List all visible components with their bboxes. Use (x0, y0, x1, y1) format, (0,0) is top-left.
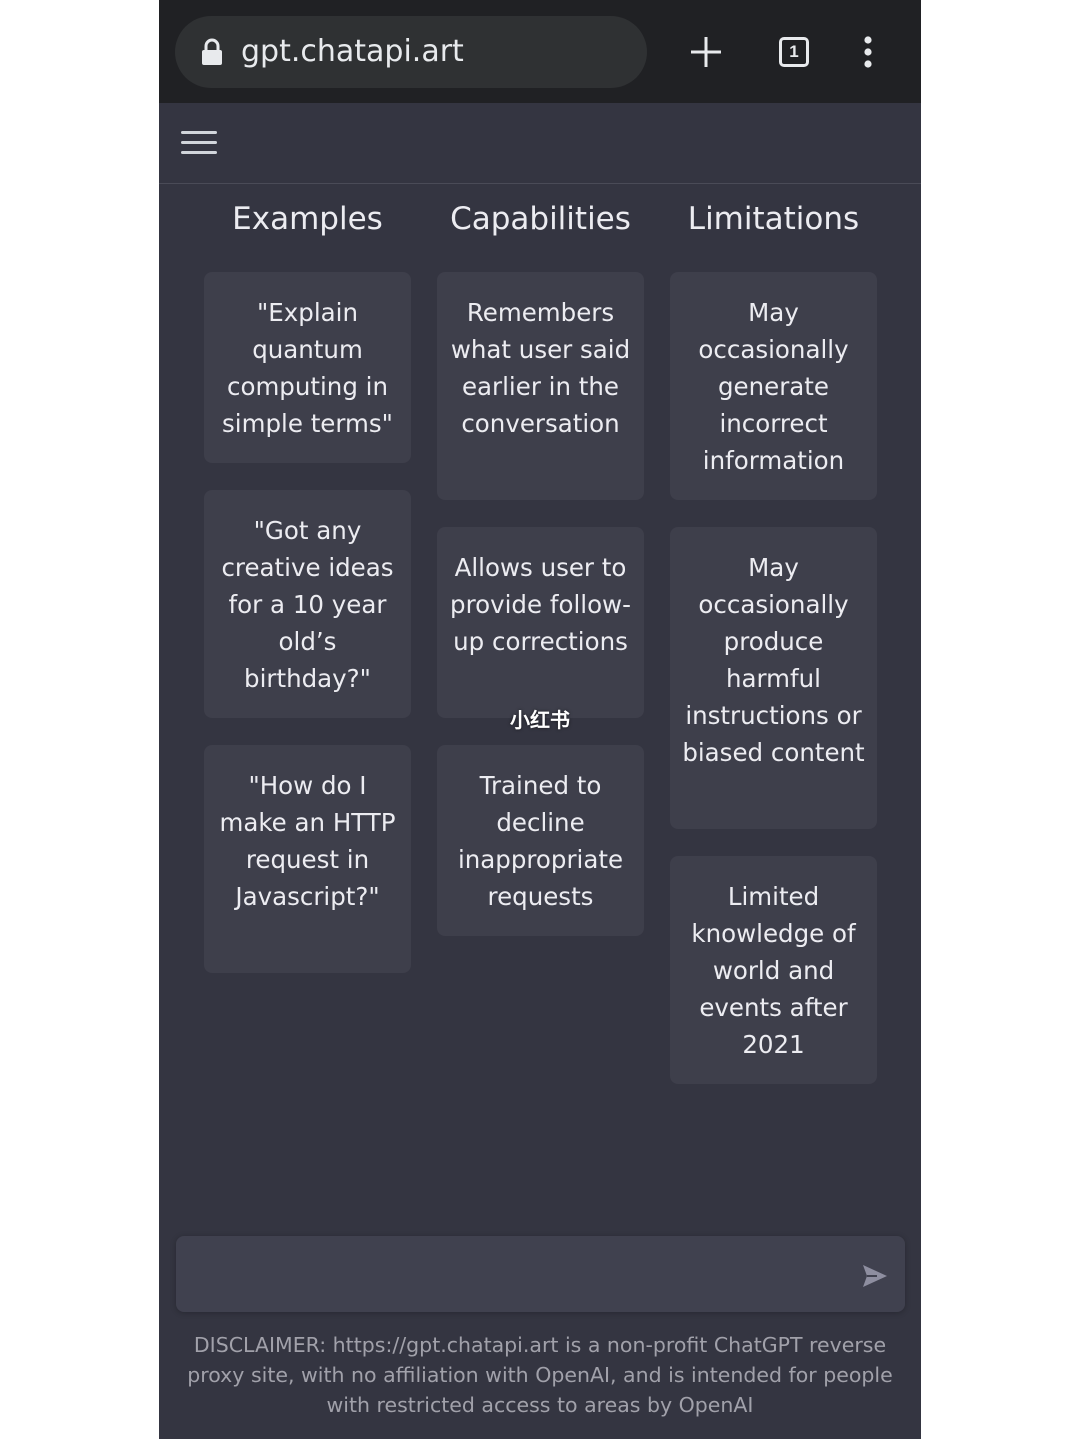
limitations-heading: Limitations (687, 201, 860, 237)
message-input[interactable] (176, 1236, 905, 1312)
hamburger-icon[interactable] (179, 127, 219, 159)
example-card-2[interactable]: "Got any creative ideas for a 10 year ol… (204, 490, 411, 718)
watermark-text: 小红书 (510, 708, 570, 732)
url-text: gpt.chatapi.art (241, 34, 464, 69)
phone-screen: gpt.chatapi.art 1 Examples Capabilities … (159, 0, 921, 1439)
capabilities-heading: Capabilities (450, 201, 631, 237)
tab-switcher-button[interactable]: 1 (766, 24, 822, 80)
lock-icon (202, 38, 222, 65)
example-card-3[interactable]: "How do I make an HTTP request in Javasc… (204, 745, 411, 973)
examples-heading: Examples (232, 201, 383, 237)
limitation-card-1: May occasionally generate incorrect info… (670, 272, 877, 500)
capability-card-1: Remembers what user said earlier in the … (437, 272, 644, 500)
app-header (159, 103, 921, 184)
capability-card-3: Trained to decline inappropriate request… (437, 745, 644, 936)
more-vert-icon (864, 36, 872, 68)
plus-icon (691, 37, 721, 67)
send-icon[interactable] (861, 1262, 889, 1290)
browser-toolbar: gpt.chatapi.art 1 (159, 0, 921, 103)
tabs-icon: 1 (779, 37, 809, 67)
limitation-card-3: Limited knowledge of world and events af… (670, 856, 877, 1084)
tab-count: 1 (789, 42, 799, 61)
capability-card-2: Allows user to provide follow-up correct… (437, 527, 644, 718)
new-tab-button[interactable] (678, 24, 734, 80)
address-bar[interactable]: gpt.chatapi.art (175, 16, 647, 88)
example-card-1[interactable]: "Explain quantum computing in simple ter… (204, 272, 411, 463)
more-options-button[interactable] (840, 24, 896, 80)
limitation-card-2: May occasionally produce harmful instruc… (670, 527, 877, 829)
disclaimer-text: DISCLAIMER: https://gpt.chatapi.art is a… (187, 1333, 893, 1417)
